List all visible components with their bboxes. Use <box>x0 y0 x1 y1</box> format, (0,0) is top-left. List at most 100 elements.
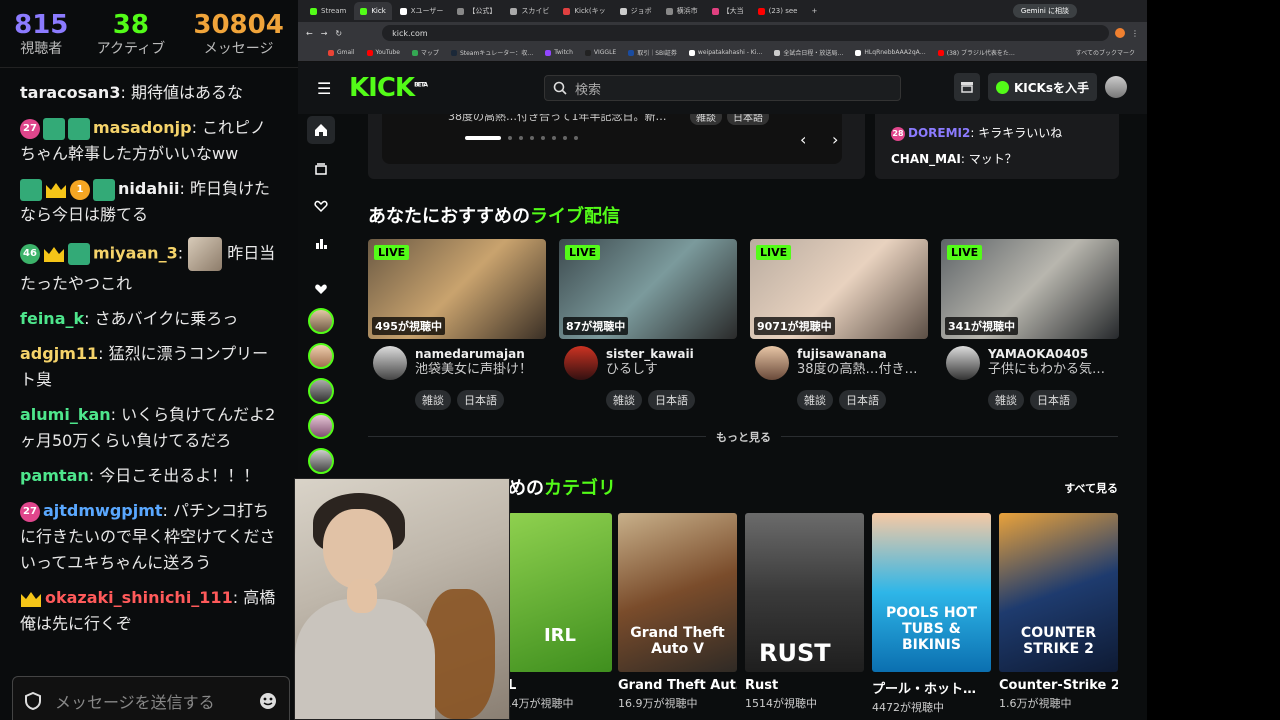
stream-thumbnail[interactable]: LIVE 87が視聴中 <box>559 239 737 339</box>
stream-title[interactable]: ひるしす <box>606 362 736 378</box>
followed-channel-avatar[interactable] <box>308 413 334 439</box>
back-icon[interactable]: ← <box>306 29 313 38</box>
carousel-tag[interactable]: 雑談 <box>690 114 722 125</box>
featured-carousel[interactable]: 38度の高熱…付き合って1年半記念日。新… 雑談 日本語 ‹ › <box>368 114 865 179</box>
bookmark-item[interactable]: マップ <box>411 48 439 57</box>
all-bookmarks-link[interactable]: すべてのブックマーク <box>1076 48 1135 57</box>
bookmark-item[interactable]: YouTube <box>366 49 400 56</box>
channel-avatar[interactable] <box>373 346 407 380</box>
stream-tag[interactable]: 雑談 <box>415 390 451 410</box>
store-button[interactable] <box>953 73 980 101</box>
carousel-dot[interactable] <box>530 136 534 140</box>
kick-logo[interactable]: KICKBETA <box>349 73 428 103</box>
stream-title[interactable]: 子供にもわかる気… <box>988 362 1118 378</box>
stream-thumbnail[interactable]: LIVE 9071が視聴中 <box>750 239 928 339</box>
channel-avatar[interactable] <box>946 346 980 380</box>
browser-tab[interactable]: スカイビ <box>504 2 555 20</box>
more-icon[interactable]: ⋮ <box>1131 29 1139 38</box>
category-name[interactable]: Grand Theft Aut… <box>618 678 737 693</box>
stream-title[interactable]: 38度の高熱…付き… <box>797 362 927 378</box>
browse-icon[interactable] <box>307 155 335 183</box>
carousel-next-icon[interactable]: › <box>832 130 838 149</box>
category-image[interactable]: IRL <box>508 513 612 672</box>
stream-tag[interactable]: 雑談 <box>606 390 642 410</box>
category-name[interactable]: Rust <box>745 678 864 693</box>
carousel-tag[interactable]: 日本語 <box>727 114 769 125</box>
browser-tab[interactable]: Xユーザー <box>394 2 450 20</box>
emoji-icon[interactable] <box>259 692 277 710</box>
stream-tag[interactable]: 日本語 <box>648 390 695 410</box>
see-all-link[interactable]: すべて見る <box>1064 480 1118 496</box>
category-card[interactable]: Grand Theft Auto V Grand Theft Aut… 16.9万が… <box>618 513 737 711</box>
show-more-button[interactable]: もっと見る <box>706 429 781 445</box>
category-card[interactable]: COUNTER STRIKE 2 Counter-Strike 2 1.6万が視聴中 <box>999 513 1118 711</box>
channel-name[interactable]: namedarumajan <box>415 346 545 362</box>
carousel-dot[interactable] <box>563 136 567 140</box>
bookmark-item[interactable]: 全試合日程・放送局… <box>774 48 843 57</box>
stream-card[interactable]: LIVE 9071が視聴中 fujisawanana 38度の高熱…付き… 雑談 日本語 <box>750 239 928 410</box>
stream-card[interactable]: LIVE 495が視聴中 namedarumajan 池袋美女に声掛け！ 雑談 日本語 <box>368 239 546 410</box>
browser-tab[interactable]: ジョボ <box>614 2 658 20</box>
stream-tag[interactable]: 雑談 <box>797 390 833 410</box>
stream-thumbnail[interactable]: LIVE 341が視聴中 <box>941 239 1119 339</box>
channel-name[interactable]: fujisawanana <box>797 346 927 362</box>
stream-tag[interactable]: 日本語 <box>457 390 504 410</box>
stream-title[interactable]: 池袋美女に声掛け！ <box>415 362 545 378</box>
bookmark-item[interactable]: Steamキュレーター：収… <box>450 48 533 57</box>
category-card[interactable]: POOLS HOT TUBS & BIKINIS プール・ホット… 4472が視聴中 <box>872 513 991 715</box>
channel-name[interactable]: YAMAOKA0405 <box>988 346 1118 362</box>
browser-tab[interactable]: Kick <box>354 2 392 20</box>
category-image[interactable]: Grand Theft Auto V <box>618 513 737 672</box>
bookmark-item[interactable]: Gmail <box>328 49 355 56</box>
browser-tab[interactable]: (23) see <box>752 2 804 20</box>
browser-tab[interactable]: 【大当 <box>706 2 750 20</box>
category-image[interactable]: COUNTER STRIKE 2 <box>999 513 1118 672</box>
channel-name[interactable]: sister_kawaii <box>606 346 736 362</box>
reload-icon[interactable]: ↻ <box>335 29 342 38</box>
leaderboard-icon[interactable] <box>307 230 335 258</box>
stream-thumbnail[interactable]: LIVE 495が視聴中 <box>368 239 546 339</box>
carousel-dot[interactable] <box>541 136 545 140</box>
category-card[interactable]: RUST Rust 1514が視聴中 <box>745 513 864 711</box>
gemini-button[interactable]: Gemini に相談 <box>1012 4 1077 18</box>
profile-icon[interactable] <box>1115 28 1125 38</box>
bookmark-item[interactable]: HLqRnebbAAA2qA… <box>855 49 926 56</box>
stream-tag[interactable]: 日本語 <box>839 390 886 410</box>
carousel-slide[interactable]: 38度の高熱…付き合って1年半記念日。新… 雑談 日本語 ‹ › <box>382 114 842 164</box>
carousel-dot[interactable] <box>574 136 578 140</box>
stream-tag[interactable]: 雑談 <box>988 390 1024 410</box>
bookmark-item[interactable]: weipatakahashi - Ki… <box>688 49 762 56</box>
bookmark-item[interactable]: VIGGLE <box>584 49 616 56</box>
hamburger-menu-icon[interactable]: ☰ <box>317 79 335 98</box>
browser-tab[interactable]: 【公式】 <box>451 2 502 20</box>
followed-channel-avatar[interactable] <box>308 308 334 334</box>
category-name[interactable]: プール・ホット… <box>872 678 991 697</box>
category-image[interactable]: POOLS HOT TUBS & BIKINIS <box>872 513 991 672</box>
new-tab-icon[interactable]: + <box>811 7 817 15</box>
stream-card[interactable]: LIVE 87が視聴中 sister_kawaii ひるしす雑談 日本語 <box>559 239 737 410</box>
home-icon[interactable] <box>307 116 335 144</box>
browser-tab[interactable]: Stream <box>304 2 352 20</box>
channel-avatar[interactable] <box>564 346 598 380</box>
following-heart-icon[interactable] <box>307 192 335 220</box>
carousel-prev-icon[interactable]: ‹ <box>800 130 806 149</box>
browser-tab[interactable]: Kick(キッ <box>557 2 611 20</box>
carousel-dot[interactable] <box>552 136 556 140</box>
stream-card[interactable]: LIVE 341が視聴中 YAMAOKA0405 子供にもわかる気… 雑談 日本語 <box>941 239 1119 410</box>
channel-avatar[interactable] <box>755 346 789 380</box>
followed-channel-avatar[interactable] <box>308 448 334 474</box>
followed-channel-avatar[interactable] <box>308 343 334 369</box>
followed-channel-avatar[interactable] <box>308 378 334 404</box>
carousel-dot[interactable] <box>508 136 512 140</box>
bookmark-item[interactable]: (38) ブラジル代表をた… <box>937 48 1015 57</box>
stream-tag[interactable]: 日本語 <box>1030 390 1077 410</box>
browser-tab[interactable]: 横浜市 <box>660 2 704 20</box>
search-input[interactable]: 検索 <box>544 75 901 101</box>
category-name[interactable]: L <box>508 678 612 693</box>
chat-message-input[interactable]: メッセージを送信する <box>12 676 290 720</box>
user-avatar[interactable] <box>1105 76 1127 98</box>
bookmark-item[interactable]: 取引｜SBI証券 <box>628 48 677 57</box>
category-name[interactable]: Counter-Strike 2 <box>999 678 1118 693</box>
get-kicks-button[interactable]: KICKsを入手 <box>987 73 1097 101</box>
carousel-dot[interactable] <box>465 136 501 140</box>
